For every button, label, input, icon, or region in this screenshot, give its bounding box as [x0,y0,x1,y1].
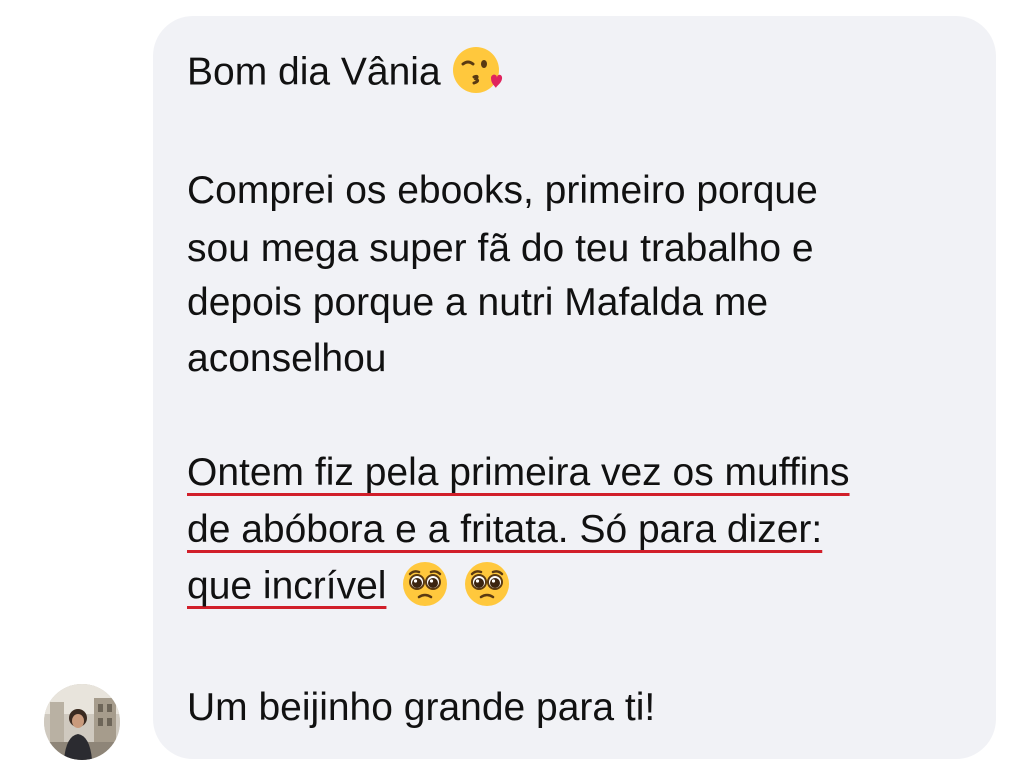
underlined-text: que incrível [187,564,387,608]
paragraph2-line-1: Ontem fiz pela primeira vez os muffins [187,450,850,496]
closing-line: Um beijinho grande para ti! [187,686,656,729]
underlined-text: de abóbora e a fritata. Só para dizer: [187,508,823,551]
underlined-text: Ontem fiz pela primeira vez os muffins [187,451,850,494]
avatar[interactable] [44,684,120,760]
paragraph1-line-1: Comprei os ebooks, primeiro porque [187,169,818,212]
paragraph2-line-3: que incrível [187,562,512,613]
kissing-face-with-heart-icon [451,44,503,96]
pleading-face-icon [400,559,450,609]
avatar-photo [44,684,120,760]
pleading-face-icon [462,559,512,609]
greeting-line: Bom dia Vânia [187,47,503,100]
message-bubble[interactable] [153,16,996,759]
paragraph1-line-4: aconselhou [187,337,387,380]
paragraph1-line-2: sou mega super fã do teu trabalho e [187,227,814,270]
greeting-text: Bom dia Vânia [187,50,441,94]
paragraph1-line-3: depois porque a nutri Mafalda me [187,281,769,324]
paragraph2-line-2: de abóbora e a fritata. Só para dizer: [187,507,822,553]
